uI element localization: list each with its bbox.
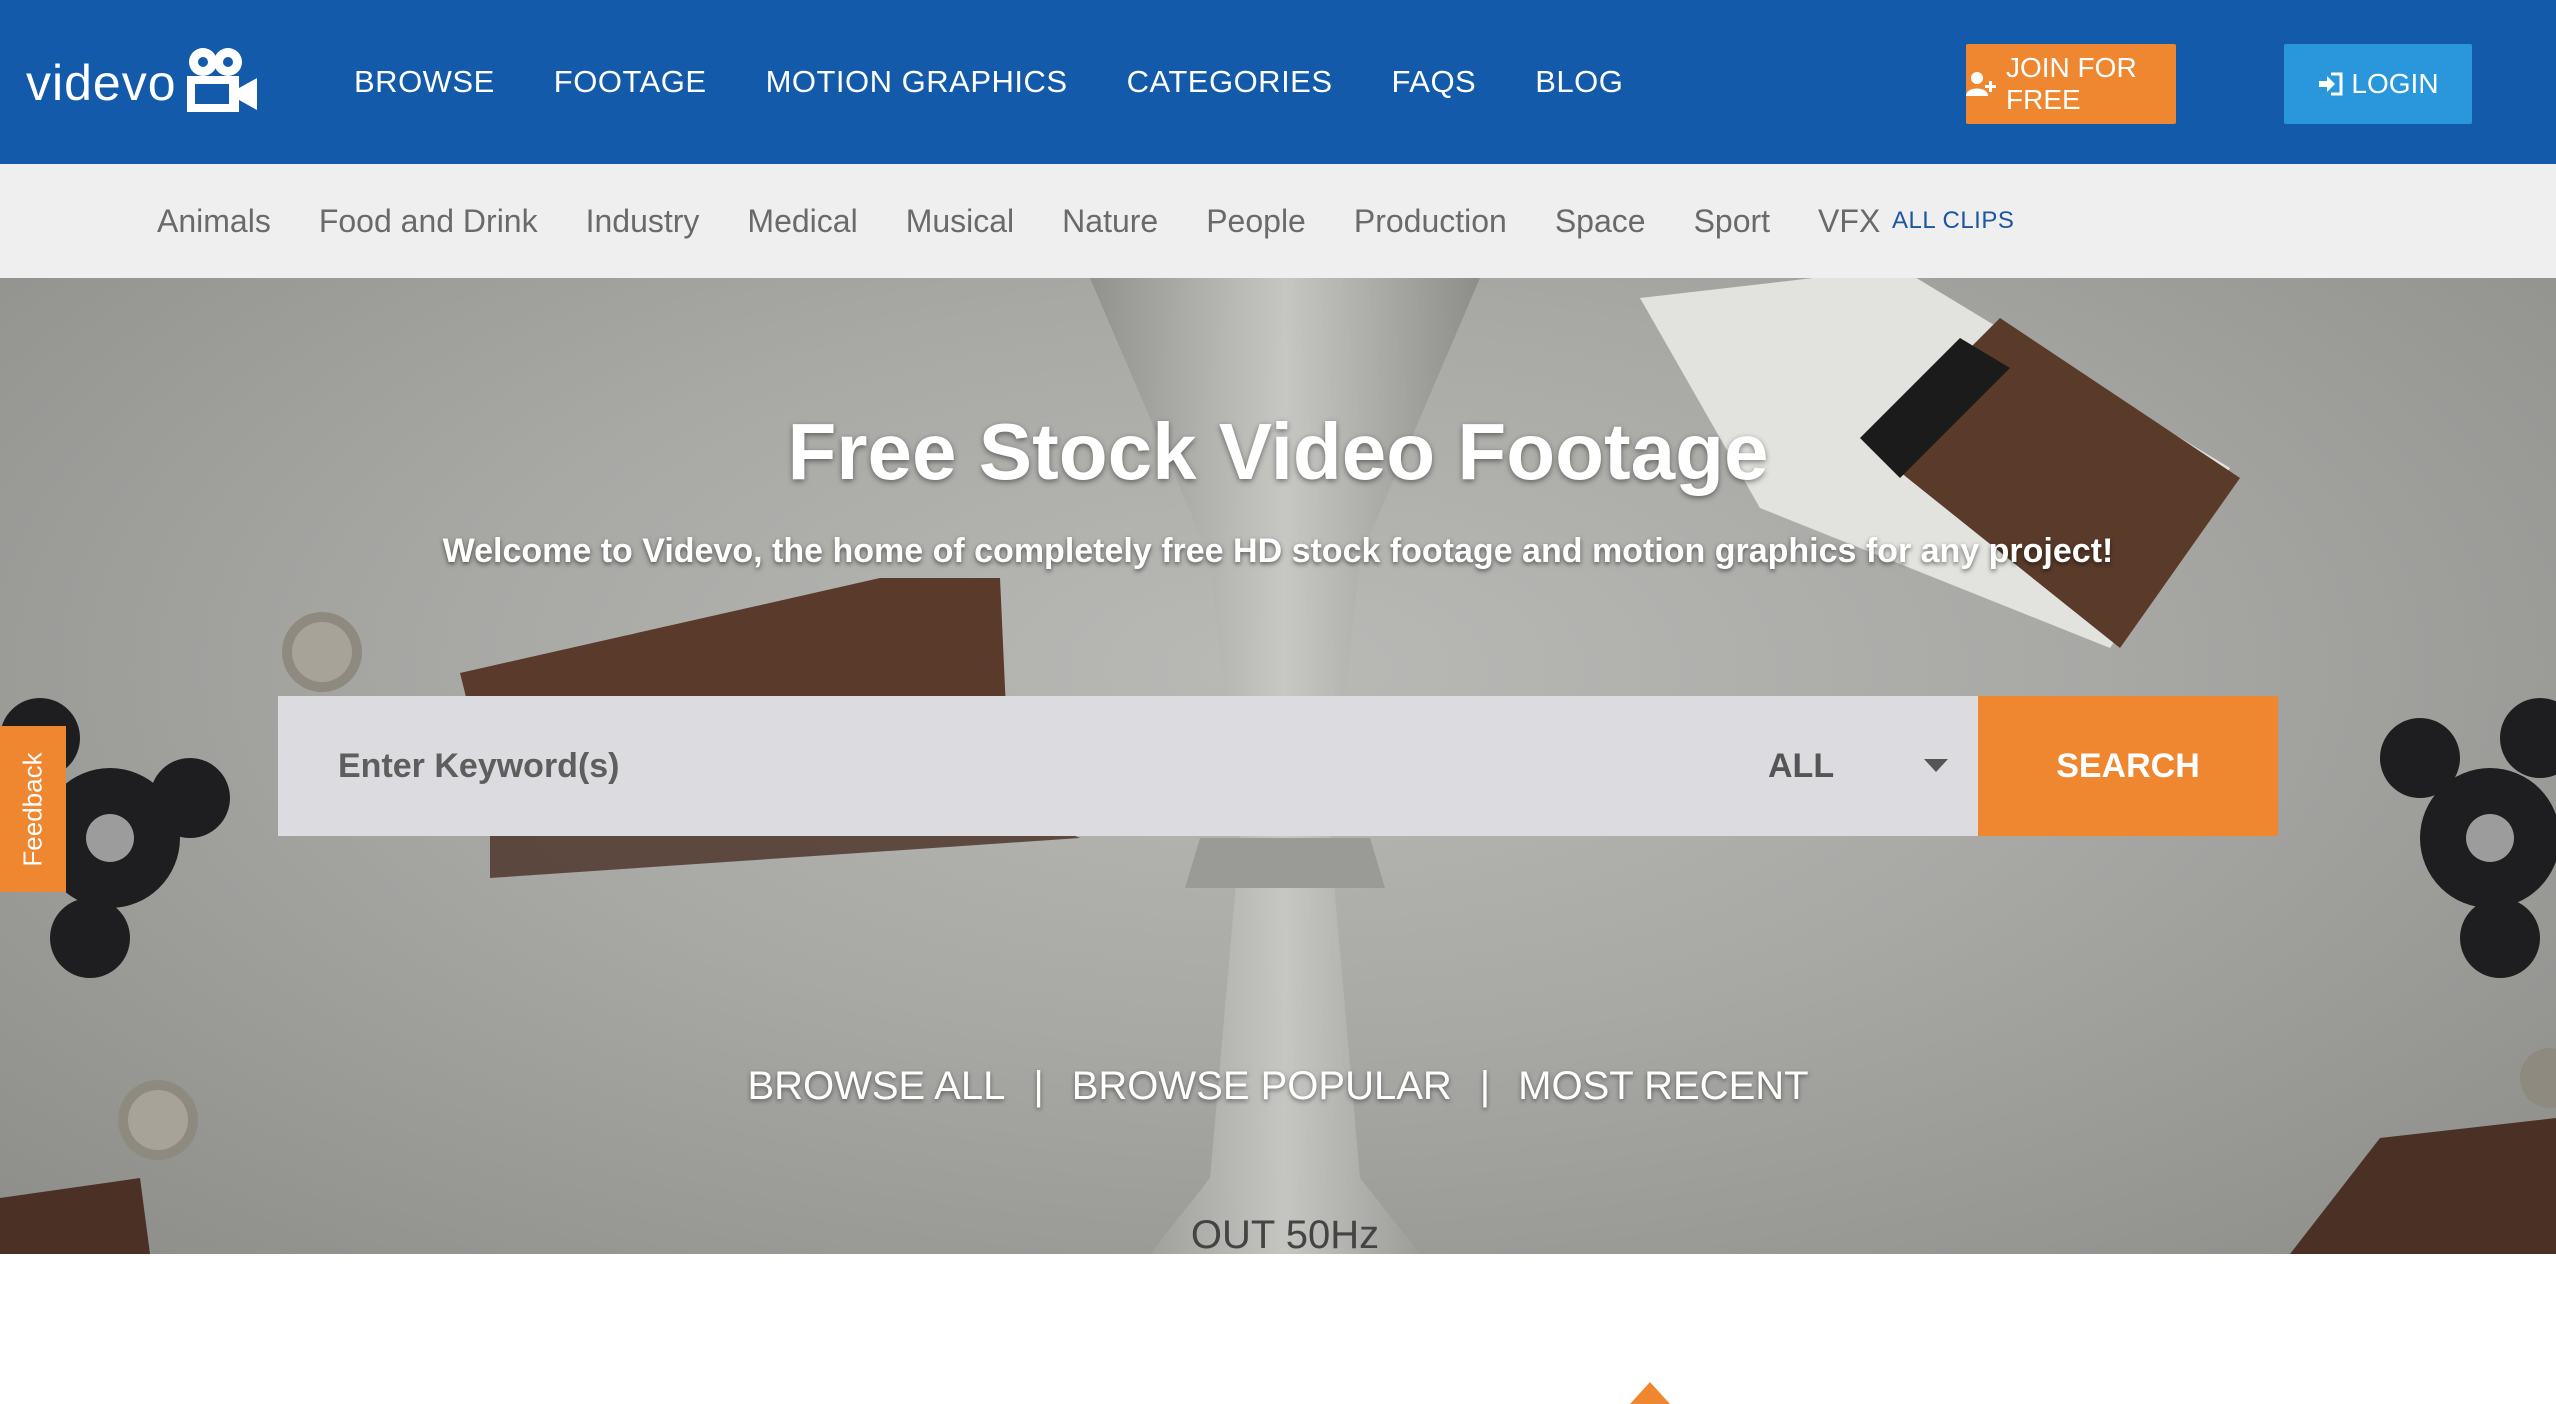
search-input[interactable] (278, 696, 1978, 836)
browse-links: BROWSE ALL | BROWSE POPULAR | MOST RECEN… (0, 1064, 2556, 1109)
category-production[interactable]: Production (1354, 203, 1507, 240)
browse-popular-link[interactable]: BROWSE POPULAR (1072, 1064, 1452, 1109)
category-people[interactable]: People (1206, 203, 1306, 240)
join-for-free-button[interactable]: JOIN FOR FREE (1966, 44, 2176, 124)
nav-browse[interactable]: BROWSE (354, 64, 495, 100)
feedback-label: Feedback (17, 751, 48, 867)
link-separator: | (1479, 1064, 1491, 1108)
category-sport[interactable]: Sport (1694, 203, 1770, 240)
nav-motion-graphics[interactable]: MOTION GRAPHICS (766, 64, 1068, 100)
category-nature[interactable]: Nature (1062, 203, 1158, 240)
hero-title: Free Stock Video Footage (787, 407, 1769, 496)
category-space[interactable]: Space (1555, 203, 1646, 240)
category-bar: Animals Food and Drink Industry Medical … (0, 164, 2556, 278)
reel-label-text: OUT 50Hz (1191, 1213, 1379, 1254)
sign-in-icon (2317, 72, 2343, 96)
logo-text: videvo (26, 55, 177, 111)
login-button[interactable]: LOGIN (2284, 44, 2472, 124)
caret-down-icon (1924, 759, 1948, 772)
search-button[interactable]: SEARCH (1978, 696, 2278, 836)
nav-categories[interactable]: CATEGORIES (1127, 64, 1333, 100)
orange-triangle-decoration (1630, 1382, 1670, 1404)
main-nav: BROWSE FOOTAGE MOTION GRAPHICS CATEGORIE… (354, 0, 1682, 164)
camera-logo-icon (186, 48, 257, 112)
search-filter-select[interactable]: ALL (1768, 696, 1948, 836)
videvo-logo[interactable]: videvo (26, 40, 261, 120)
feedback-tab[interactable]: Feedback (0, 726, 66, 892)
nav-blog[interactable]: BLOG (1535, 64, 1623, 100)
login-button-label: LOGIN (2351, 68, 2439, 99)
hero-subtitle: Welcome to Videvo, the home of completel… (442, 532, 2114, 570)
nav-faqs[interactable]: FAQS (1392, 64, 1477, 100)
search-filter-value: ALL (1768, 746, 1835, 785)
browse-all-link[interactable]: BROWSE ALL (747, 1064, 1005, 1109)
category-medical[interactable]: Medical (747, 203, 857, 240)
all-clips-link[interactable]: ALL CLIPS (1892, 164, 2014, 278)
nav-footage[interactable]: FOOTAGE (554, 64, 707, 100)
category-vfx[interactable]: VFX (1818, 203, 1880, 240)
top-navbar: videvo BROWSE FOOTAGE MOTION GRAPHICS CA… (0, 0, 2556, 164)
most-recent-link[interactable]: MOST RECENT (1518, 1064, 1808, 1109)
category-food-and-drink[interactable]: Food and Drink (319, 203, 538, 240)
category-animals[interactable]: Animals (157, 203, 271, 240)
category-industry[interactable]: Industry (586, 203, 700, 240)
join-button-label: JOIN FOR FREE (2006, 52, 2137, 115)
link-separator: | (1033, 1064, 1044, 1108)
category-musical[interactable]: Musical (906, 203, 1014, 240)
search-bar: ALL SEARCH (278, 696, 2278, 836)
user-plus-icon (1966, 71, 1998, 97)
hero-section: OUT 50Hz Free Stock Video Footage Welcom… (0, 278, 2556, 1254)
